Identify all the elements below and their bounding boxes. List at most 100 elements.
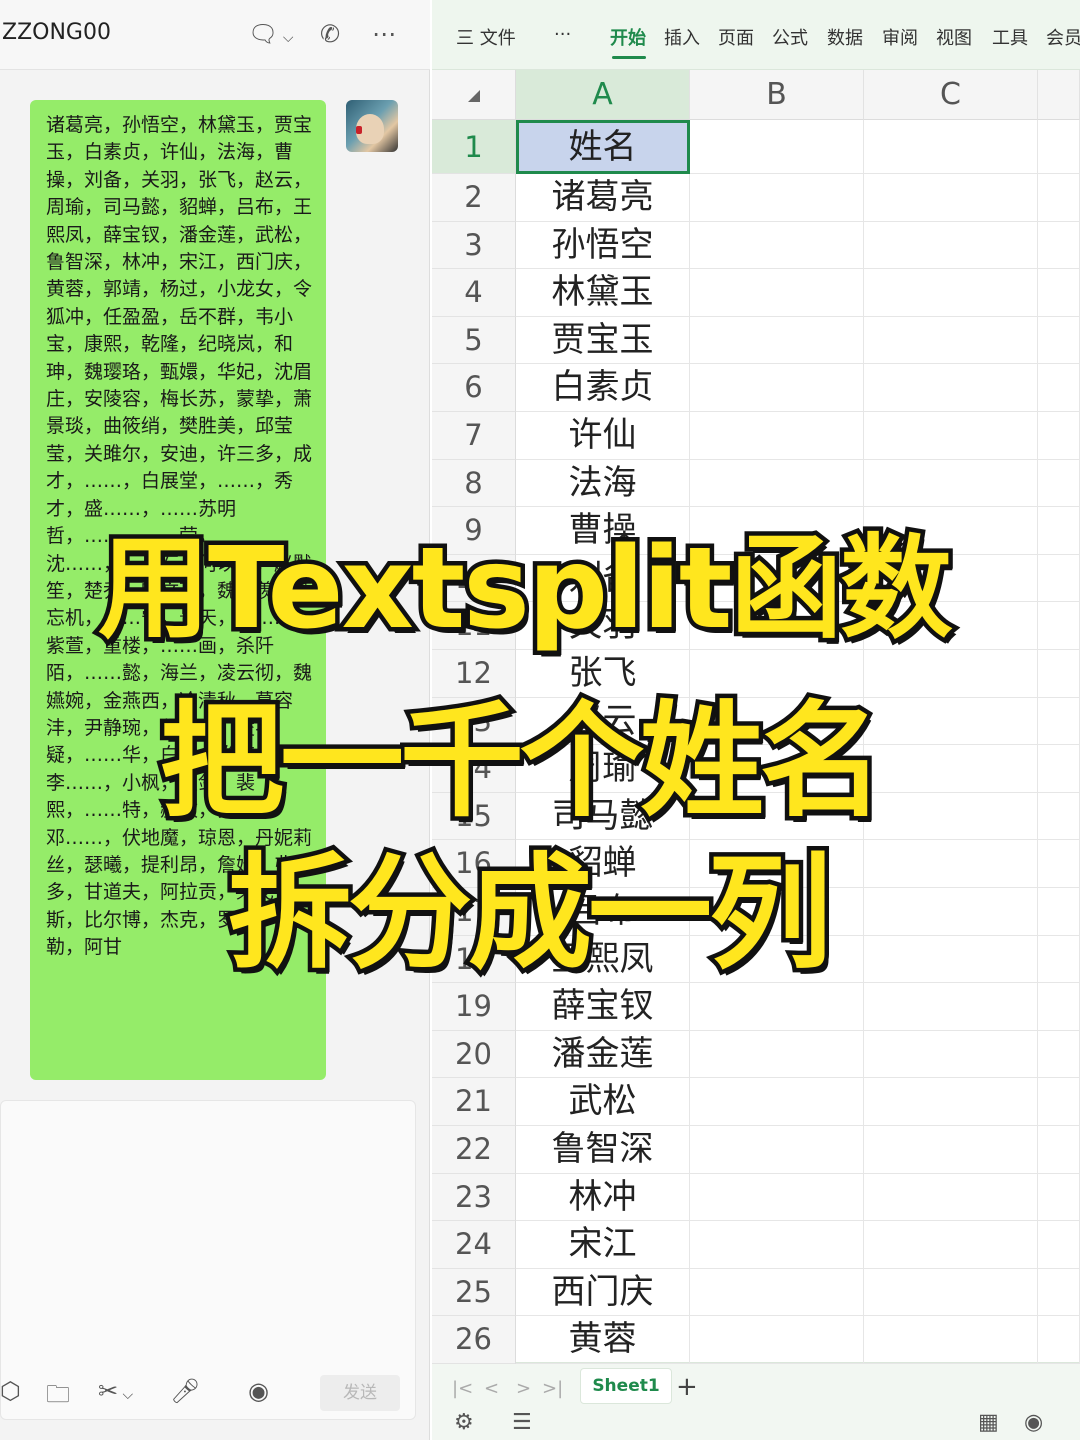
tab-data[interactable]: 数据 — [827, 24, 863, 50]
layout-icon[interactable]: ▦ — [978, 1410, 999, 1435]
empty-cell[interactable] — [864, 120, 1038, 174]
empty-cell[interactable] — [1038, 316, 1080, 365]
empty-cell[interactable] — [1038, 221, 1080, 270]
empty-cell[interactable] — [864, 1221, 1038, 1269]
folder-icon[interactable]: 🗀︎ — [46, 1377, 70, 1418]
empty-cell[interactable] — [1038, 745, 1080, 793]
empty-cell[interactable] — [690, 412, 864, 460]
more-icon[interactable]: ⋯ — [372, 20, 396, 48]
add-sheet-button[interactable]: + — [676, 1372, 698, 1402]
name-cell[interactable]: 西门庆 — [516, 1268, 690, 1317]
chat-bubble-icon[interactable]: 🗨︎ ⌵ — [248, 20, 294, 48]
empty-cell[interactable] — [1038, 840, 1080, 888]
name-cell[interactable]: 武松 — [516, 1078, 690, 1126]
row-header[interactable]: 2 — [432, 174, 516, 222]
tab-tools[interactable]: 工具 — [992, 24, 1028, 50]
empty-cell[interactable] — [1038, 459, 1080, 508]
empty-cell[interactable] — [864, 840, 1038, 888]
row-header[interactable]: 24 — [432, 1221, 516, 1269]
column-header-c[interactable]: C — [864, 70, 1038, 120]
empty-cell[interactable] — [690, 174, 864, 222]
empty-cell[interactable] — [690, 1126, 864, 1174]
name-cell[interactable]: 鲁智深 — [516, 1126, 690, 1174]
empty-cell[interactable] — [1038, 1030, 1080, 1079]
prev-sheet-arrow[interactable]: < — [484, 1378, 499, 1399]
send-button[interactable]: 发送 — [320, 1375, 400, 1411]
tab-insert[interactable]: 插入 — [664, 24, 700, 50]
empty-cell[interactable] — [864, 792, 1038, 841]
tab-review[interactable]: 审阅 — [882, 24, 918, 50]
row-header[interactable]: 6 — [432, 364, 516, 412]
row-header[interactable]: 5 — [432, 316, 516, 365]
row-header[interactable]: 23 — [432, 1173, 516, 1222]
name-cell[interactable]: 潘金莲 — [516, 1030, 690, 1079]
empty-cell[interactable] — [690, 221, 864, 270]
empty-cell[interactable] — [690, 1221, 864, 1269]
empty-cell[interactable] — [690, 364, 864, 412]
empty-cell[interactable] — [1038, 1316, 1080, 1364]
next-sheet-arrow[interactable]: > — [516, 1378, 531, 1399]
column-header-a[interactable]: A — [516, 70, 690, 120]
empty-cell[interactable] — [1038, 792, 1080, 841]
empty-cell[interactable] — [690, 1030, 864, 1079]
empty-cell[interactable] — [864, 1030, 1038, 1079]
empty-cell[interactable] — [690, 1268, 864, 1317]
empty-cell[interactable] — [690, 1173, 864, 1222]
empty-cell[interactable] — [1038, 364, 1080, 412]
empty-cell[interactable] — [864, 1268, 1038, 1317]
empty-cell[interactable] — [690, 316, 864, 365]
name-cell[interactable]: 宋江 — [516, 1221, 690, 1269]
eye-icon[interactable]: ◉ — [1024, 1410, 1043, 1435]
empty-cell[interactable] — [864, 269, 1038, 317]
empty-cell[interactable] — [864, 316, 1038, 365]
empty-cell[interactable] — [1038, 412, 1080, 460]
empty-cell[interactable] — [1038, 1078, 1080, 1126]
row-header[interactable]: 1 — [432, 120, 516, 174]
empty-cell[interactable] — [1038, 983, 1080, 1031]
empty-cell[interactable] — [1038, 935, 1080, 984]
name-cell[interactable]: 黄蓉 — [516, 1316, 690, 1364]
more-menu[interactable]: ··· — [554, 24, 571, 45]
avatar[interactable] — [346, 100, 398, 152]
tab-page[interactable]: 页面 — [718, 24, 754, 50]
empty-cell[interactable] — [1038, 1126, 1080, 1174]
empty-cell[interactable] — [1038, 602, 1080, 650]
empty-cell[interactable] — [1038, 1268, 1080, 1317]
mic-icon[interactable]: 🎤︎ — [170, 1377, 200, 1405]
empty-cell[interactable] — [690, 1316, 864, 1364]
sheet-tab-sheet1[interactable]: Sheet1 — [580, 1368, 672, 1404]
row-header[interactable]: 25 — [432, 1268, 516, 1317]
empty-cell[interactable] — [1038, 697, 1080, 746]
row-header[interactable]: 22 — [432, 1126, 516, 1174]
list-icon[interactable]: ☰ — [512, 1410, 532, 1435]
row-header[interactable]: 21 — [432, 1078, 516, 1126]
empty-cell[interactable] — [690, 1078, 864, 1126]
tab-formula[interactable]: 公式 — [772, 24, 808, 50]
name-cell[interactable]: 许仙 — [516, 412, 690, 460]
box-icon[interactable]: ⬡ — [0, 1377, 21, 1405]
empty-cell[interactable] — [864, 745, 1038, 793]
first-sheet-arrow[interactable]: |< — [452, 1378, 473, 1399]
row-header[interactable]: 4 — [432, 269, 516, 317]
empty-cell[interactable] — [864, 412, 1038, 460]
empty-cell[interactable] — [1038, 554, 1080, 603]
empty-cell[interactable] — [864, 1173, 1038, 1222]
empty-cell[interactable] — [690, 120, 864, 174]
empty-cell[interactable] — [1038, 269, 1080, 317]
empty-cell[interactable] — [1038, 1221, 1080, 1269]
row-header[interactable]: 26 — [432, 1316, 516, 1364]
empty-cell[interactable] — [864, 1316, 1038, 1364]
name-cell[interactable]: 白素贞 — [516, 364, 690, 412]
row-header[interactable]: 20 — [432, 1030, 516, 1079]
empty-cell[interactable] — [1038, 888, 1080, 936]
tab-home[interactable]: 开始 — [610, 24, 646, 50]
row-header[interactable]: 3 — [432, 221, 516, 270]
empty-cell[interactable] — [864, 1078, 1038, 1126]
scissors-icon[interactable]: ✂ ⌵ — [98, 1377, 133, 1405]
name-cell[interactable]: 孙悟空 — [516, 221, 690, 270]
empty-cell[interactable] — [1038, 650, 1080, 698]
name-cell[interactable]: 林黛玉 — [516, 269, 690, 317]
empty-cell[interactable] — [1038, 120, 1080, 174]
empty-cell[interactable] — [1038, 507, 1080, 555]
phone-icon[interactable]: ✆ — [320, 20, 340, 48]
